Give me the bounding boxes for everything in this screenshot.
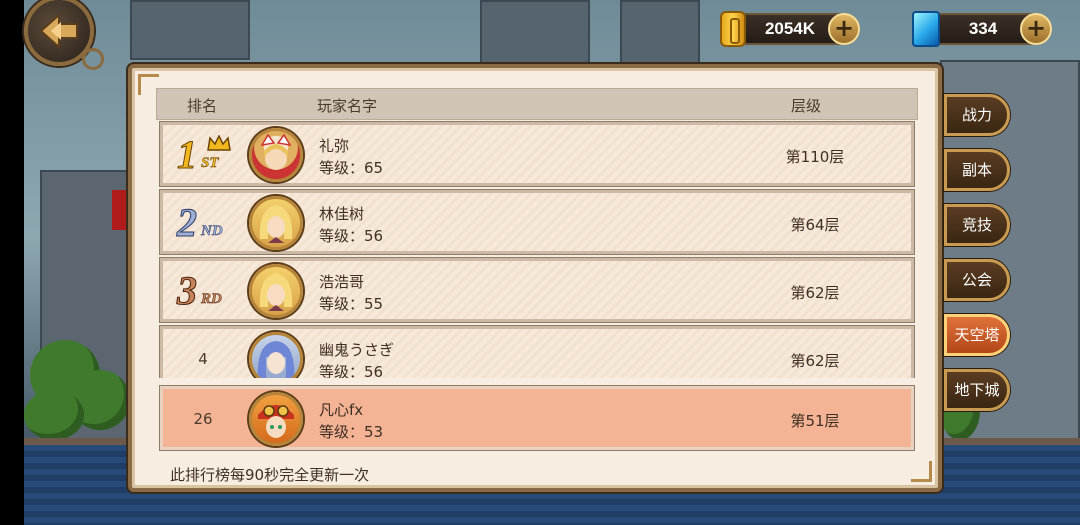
my-rank-row: 26 凡心fx 等级：53 第51层 xyxy=(160,386,914,450)
player-level: 等级：56 xyxy=(319,227,384,245)
gold-bar-icon xyxy=(720,11,746,47)
tab-underground-city[interactable]: 地下城 xyxy=(944,369,1010,411)
tab-combat-power[interactable]: 战力 xyxy=(944,94,1010,136)
tab-sky-tower[interactable]: 天空塔 xyxy=(944,314,1010,356)
silver-rank-badge: 2 ND xyxy=(177,200,223,246)
player-avatar xyxy=(249,264,303,318)
crown-icon xyxy=(207,135,231,151)
my-floor: 第51层 xyxy=(790,412,840,430)
player-name: 林佳树 xyxy=(319,205,365,223)
tab-dungeon[interactable]: 副本 xyxy=(944,149,1010,191)
tab-arena[interactable]: 竞技 xyxy=(944,204,1010,246)
player-floor: 第110层 xyxy=(785,148,845,166)
blue-hair-girl-portrait-icon xyxy=(257,341,295,378)
goggles-girl-portrait-icon xyxy=(258,405,294,438)
player-avatar xyxy=(249,332,303,378)
blonde-knight-portrait-icon xyxy=(259,273,293,311)
leaderboard-list[interactable]: 1 ST 礼弥 等级：65 第110层 2 ND 林佳树 等级：56 第64层 … xyxy=(156,120,918,378)
blonde-knight-portrait-icon xyxy=(259,205,293,243)
gold-rank-badge: 1 ST xyxy=(175,132,239,179)
player-name: 幽鬼うさぎ xyxy=(319,341,395,359)
ring-decoration xyxy=(82,48,104,70)
bronze-rank-badge: 3 RD xyxy=(177,268,223,314)
header-player-name: 玩家名字 xyxy=(317,97,378,115)
my-rank-number: 26 xyxy=(193,410,213,428)
gold-counter: 2054K + xyxy=(720,11,860,47)
my-level: 等级：53 xyxy=(319,423,384,441)
cat-girl-portrait-icon xyxy=(260,133,292,170)
table-row[interactable]: 4 幽鬼うさぎ 等级：56 第62层 xyxy=(160,326,914,378)
blue-gem-icon xyxy=(912,11,940,47)
player-name: 礼弥 xyxy=(319,137,350,155)
player-level: 等级：65 xyxy=(319,159,384,177)
add-gems-button[interactable]: + xyxy=(1020,13,1052,45)
player-level: 等级：56 xyxy=(319,363,384,378)
add-gold-button[interactable]: + xyxy=(828,13,860,45)
player-name: 浩浩哥 xyxy=(319,273,365,291)
leaderboard-panel: 排名 玩家名字 层级 1 ST 礼弥 等级：65 第110层 2 ND 林佳树 … xyxy=(128,64,942,492)
rank-number: 4 xyxy=(198,350,208,368)
header-rank: 排名 xyxy=(187,97,218,115)
back-arrow-icon xyxy=(39,12,78,50)
tab-guild[interactable]: 公会 xyxy=(944,259,1010,301)
table-row[interactable]: 3 RD 浩浩哥 等级：55 第62层 xyxy=(160,258,914,322)
gem-amount: 334 xyxy=(968,19,998,38)
player-floor: 第62层 xyxy=(790,352,840,370)
header-floor: 层级 xyxy=(791,97,822,115)
player-avatar xyxy=(249,196,303,250)
table-header: 排名 玩家名字 层级 xyxy=(156,88,918,120)
player-floor: 第62层 xyxy=(790,284,840,302)
gold-amount: 2054K xyxy=(764,19,816,38)
gem-counter: 334 + xyxy=(912,11,1052,47)
table-row[interactable]: 1 ST 礼弥 等级：65 第110层 xyxy=(160,122,914,186)
player-avatar xyxy=(249,128,303,182)
player-floor: 第64层 xyxy=(790,216,840,234)
my-name: 凡心fx xyxy=(319,401,364,419)
player-level: 等级：55 xyxy=(319,295,384,313)
update-note: 此排行榜每90秒完全更新一次 xyxy=(170,466,370,484)
my-avatar xyxy=(249,392,303,446)
back-button[interactable] xyxy=(24,0,104,70)
table-row[interactable]: 2 ND 林佳树 等级：56 第64层 xyxy=(160,190,914,254)
